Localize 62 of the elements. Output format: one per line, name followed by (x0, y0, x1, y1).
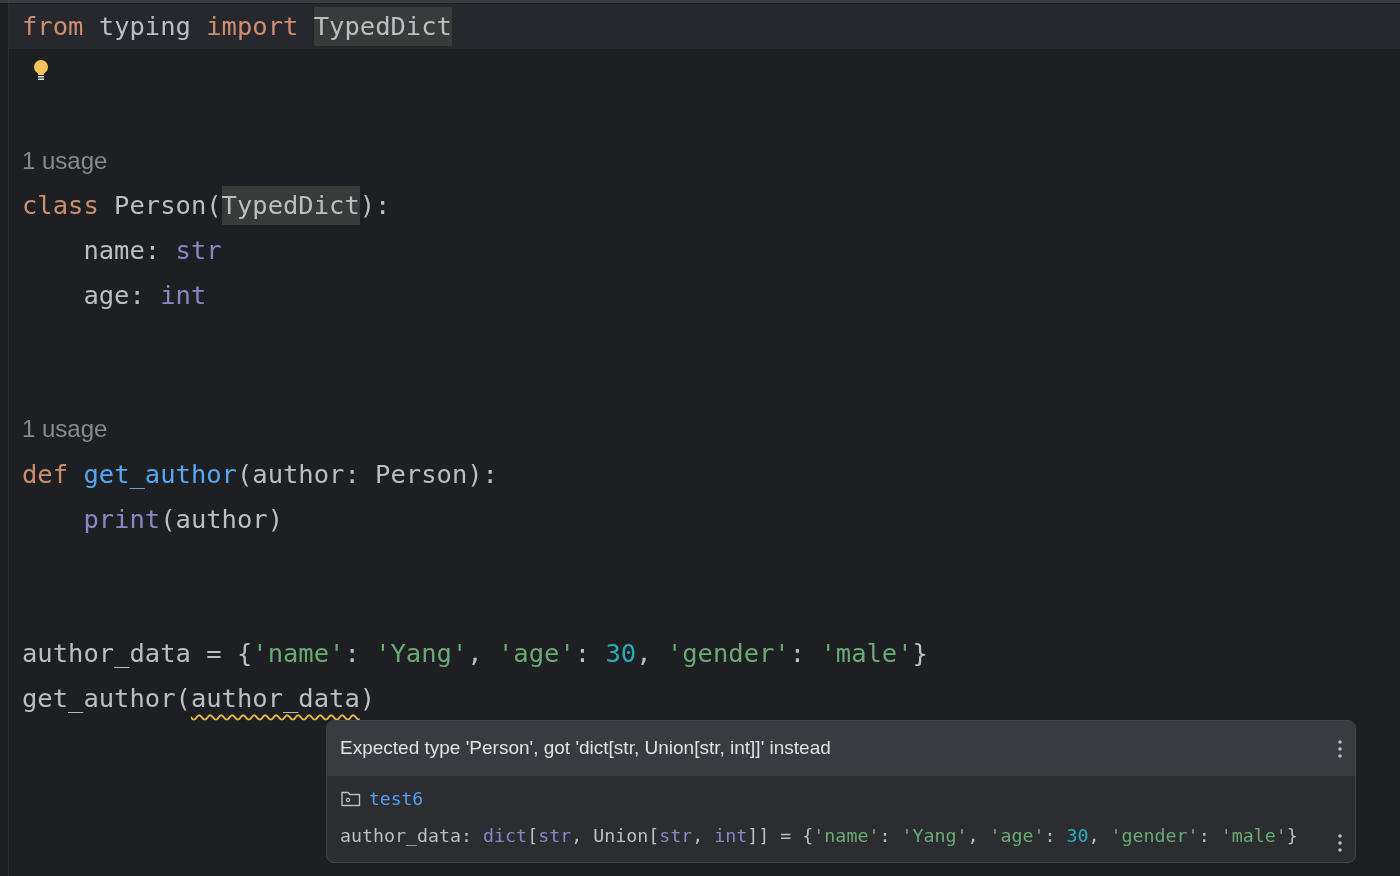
code-token: : (1198, 825, 1211, 847)
code-token: , (692, 825, 705, 847)
code-token: , (967, 825, 980, 847)
code-token: author_data = { (22, 636, 253, 670)
code-token: str (538, 825, 572, 847)
usage-hint[interactable]: 1 usage (22, 142, 108, 179)
code-token: : (1044, 825, 1057, 847)
code-token: ): (359, 189, 391, 223)
code-token: ]] = { (747, 825, 814, 847)
code-token: 'Yang' (375, 636, 468, 670)
code-token: def (22, 457, 70, 491)
lightbulb-icon[interactable] (33, 60, 49, 83)
code-token: TypedDict (313, 7, 452, 46)
code-token: TypedDict (221, 186, 360, 225)
module-link[interactable]: test6 (369, 784, 424, 812)
code-token: 'gender' (1110, 825, 1199, 847)
code-token: : (879, 825, 892, 847)
code-token: 'male' (820, 636, 913, 670)
code-token: 'age' (498, 636, 575, 670)
code-token: 30 (605, 636, 637, 670)
code-token: print (82, 502, 161, 536)
code-token: 'male' (1220, 825, 1287, 847)
more-options-icon[interactable] (1338, 739, 1342, 758)
code-token: 'Yang' (901, 825, 968, 847)
code-token: , (467, 636, 484, 670)
code-token: from (22, 10, 84, 44)
code-token: 'name' (252, 636, 345, 670)
code-token: : (344, 636, 361, 670)
code-token: str (175, 234, 222, 267)
code-token: name: (82, 234, 162, 267)
code-token: get_author( (22, 681, 191, 715)
error-message: Expected type 'Person', got 'dict[str, Union[str, int]]' instead (340, 736, 831, 761)
usage-hint[interactable]: 1 usage (22, 411, 108, 448)
code-token: str (659, 825, 693, 847)
code-token: [ (527, 825, 539, 847)
code-token: int (714, 825, 748, 847)
code-token: , Union[ (571, 825, 660, 847)
code-token: ) (359, 681, 376, 715)
code-token: : (574, 636, 592, 670)
code-token: typing (97, 10, 192, 44)
code-token: (author: Person): (236, 457, 498, 491)
code-token: 'name' (813, 825, 880, 847)
code-token: int (160, 278, 207, 312)
code-token: 30 (1066, 825, 1089, 847)
code-token: Person( (113, 189, 222, 223)
code-token: dict (483, 825, 528, 847)
code-token: : (789, 636, 807, 670)
code-token: import (206, 10, 300, 44)
warning-token: author_data (190, 681, 360, 715)
code-token: , (636, 636, 653, 670)
code-token: } (1286, 825, 1298, 847)
more-options-icon[interactable] (1338, 834, 1342, 852)
code-token: class (22, 189, 99, 223)
code-token: (author) (160, 502, 283, 536)
code-token: 'gender' (666, 636, 790, 670)
code-token: author_data: (340, 825, 474, 847)
code-token: get_author (83, 457, 237, 491)
code-token: } (912, 636, 928, 670)
code-token: age: (82, 278, 146, 312)
folder-icon (341, 789, 361, 807)
code-token: , (1088, 825, 1101, 847)
code-token: 'age' (989, 825, 1045, 847)
